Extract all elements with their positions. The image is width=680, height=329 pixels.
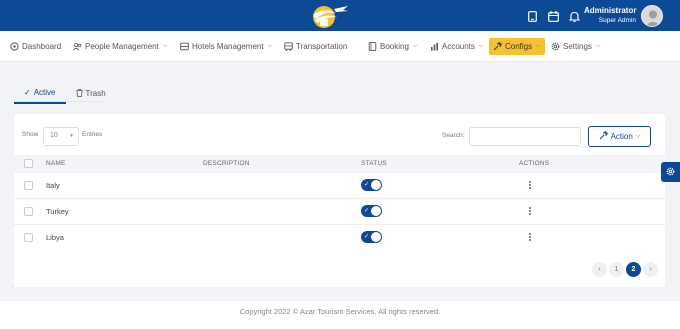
chevron-down-icon: ▼ — [69, 133, 74, 139]
tab-trash-label: Trash — [85, 89, 106, 98]
table-header: NAME DESCRIPTION STATUS ACTIONS — [14, 155, 665, 173]
wrench-icon — [599, 131, 608, 142]
bed-icon — [180, 42, 189, 51]
trash-icon — [75, 88, 83, 99]
nav-dashboard-label: Dashboard — [22, 42, 62, 51]
select-all-checkbox[interactable] — [24, 159, 33, 168]
status-toggle[interactable]: ✓ — [361, 179, 382, 191]
user-name: Administrator — [584, 6, 637, 15]
toggle-knob — [371, 232, 381, 242]
bar-chart-icon — [430, 42, 439, 51]
table-row: Libya ✓ — [14, 225, 665, 251]
footer: Copyright 2022 © Azar Tourism Services, … — [0, 301, 680, 329]
column-name[interactable]: NAME — [46, 160, 66, 167]
status-toggle[interactable]: ✓ — [361, 205, 382, 217]
entries-label: Entries — [82, 131, 103, 138]
chevron-down-icon: ⌵ — [162, 43, 168, 49]
copyright-text: Copyright 2022 © Azar Tourism Services, … — [239, 307, 441, 316]
action-button-label: Action — [610, 132, 633, 141]
kebab-menu-icon[interactable] — [526, 179, 534, 191]
show-label: Show — [22, 131, 39, 138]
gear-icon — [666, 167, 675, 178]
row-checkbox[interactable] — [24, 181, 33, 190]
settings-drawer-toggle[interactable] — [661, 162, 680, 182]
check-icon: ✓ — [364, 182, 370, 188]
kebab-menu-icon[interactable] — [526, 205, 534, 217]
entries-select[interactable]: 10 ▼ — [43, 127, 79, 146]
nav-transportation-label: Transportation — [296, 42, 348, 51]
top-bar: Administrator Super Admin — [0, 0, 680, 31]
table-row: Italy ✓ — [14, 173, 665, 199]
row-name: Libya — [46, 233, 64, 242]
nav-settings-label: Settings — [563, 42, 592, 51]
kebab-menu-icon[interactable] — [526, 231, 534, 243]
calendar-icon[interactable] — [546, 9, 560, 23]
chevron-down-icon: ⌵ — [412, 43, 418, 49]
table-row: Turkey ✓ — [14, 199, 665, 225]
column-status[interactable]: STATUS — [361, 160, 387, 167]
search-label: Search: — [442, 132, 465, 139]
tab-active[interactable]: ✓ Active — [14, 88, 66, 104]
pagination-page-current[interactable]: 2 — [626, 262, 641, 277]
nav-dashboard[interactable]: Dashboard — [10, 38, 61, 55]
nav-settings[interactable]: Settings ⌵ — [551, 38, 600, 55]
avatar[interactable] — [641, 5, 663, 27]
row-name: Turkey — [46, 207, 69, 216]
check-icon: ✓ — [364, 208, 370, 214]
book-icon — [368, 42, 377, 51]
pagination: ‹ 1 2 › — [592, 262, 658, 277]
nav-configs-label: Configs — [505, 42, 533, 51]
dashboard-icon — [10, 42, 19, 51]
check-icon: ✓ — [24, 88, 31, 97]
users-icon — [73, 42, 82, 51]
pagination-next[interactable]: › — [643, 262, 658, 277]
pagination-prev[interactable]: ‹ — [592, 262, 607, 277]
row-name: Italy — [46, 181, 60, 190]
table-card: Show 10 ▼ Entries Search: Action ⌵ NAME … — [14, 114, 665, 287]
brand-logo[interactable] — [310, 3, 350, 29]
column-description[interactable]: DESCRIPTION — [203, 160, 250, 167]
bus-icon — [284, 42, 293, 51]
tab-trash[interactable]: Trash — [66, 88, 116, 104]
nav-transportation[interactable]: Transportation — [284, 38, 347, 55]
tablet-icon[interactable] — [525, 9, 539, 23]
search-input[interactable] — [469, 127, 581, 146]
nav-hotels-management[interactable]: Hotels Management ⌵ — [180, 38, 272, 55]
toggle-knob — [371, 180, 381, 190]
wrench-icon — [493, 42, 502, 51]
pagination-page[interactable]: 1 — [609, 262, 624, 277]
chevron-down-icon: ⌵ — [536, 43, 541, 49]
nav-configs[interactable]: Configs ⌵ — [489, 38, 545, 55]
status-tabs: ✓ Active Trash — [14, 88, 116, 104]
chevron-down-icon: ⌵ — [478, 43, 484, 49]
nav-accounts-label: Accounts — [442, 42, 475, 51]
check-icon: ✓ — [364, 234, 370, 240]
nav-people-label: People Management — [85, 42, 159, 51]
main-nav: Dashboard People Management ⌵ Hotels Man… — [0, 31, 680, 62]
tab-active-label: Active — [33, 88, 56, 97]
row-checkbox[interactable] — [24, 207, 33, 216]
bell-icon[interactable] — [567, 9, 581, 23]
gear-icon — [551, 42, 560, 51]
chevron-down-icon: ⌵ — [635, 133, 641, 139]
row-checkbox[interactable] — [24, 233, 33, 242]
toggle-knob — [371, 206, 381, 216]
action-button[interactable]: Action ⌵ — [588, 126, 651, 147]
nav-people-management[interactable]: People Management ⌵ — [73, 38, 167, 55]
column-actions: ACTIONS — [519, 160, 550, 167]
chevron-down-icon: ⌵ — [267, 43, 273, 49]
nav-hotels-label: Hotels Management — [192, 42, 264, 51]
entries-select-value: 10 — [50, 132, 58, 139]
user-info[interactable]: Administrator Super Admin — [584, 6, 636, 25]
nav-booking-label: Booking — [380, 42, 409, 51]
user-role: Super Admin — [598, 17, 636, 24]
nav-accounts[interactable]: Accounts ⌵ — [430, 38, 483, 55]
nav-booking[interactable]: Booking ⌵ — [368, 38, 417, 55]
chevron-down-icon: ⌵ — [595, 43, 601, 49]
status-toggle[interactable]: ✓ — [361, 231, 382, 243]
